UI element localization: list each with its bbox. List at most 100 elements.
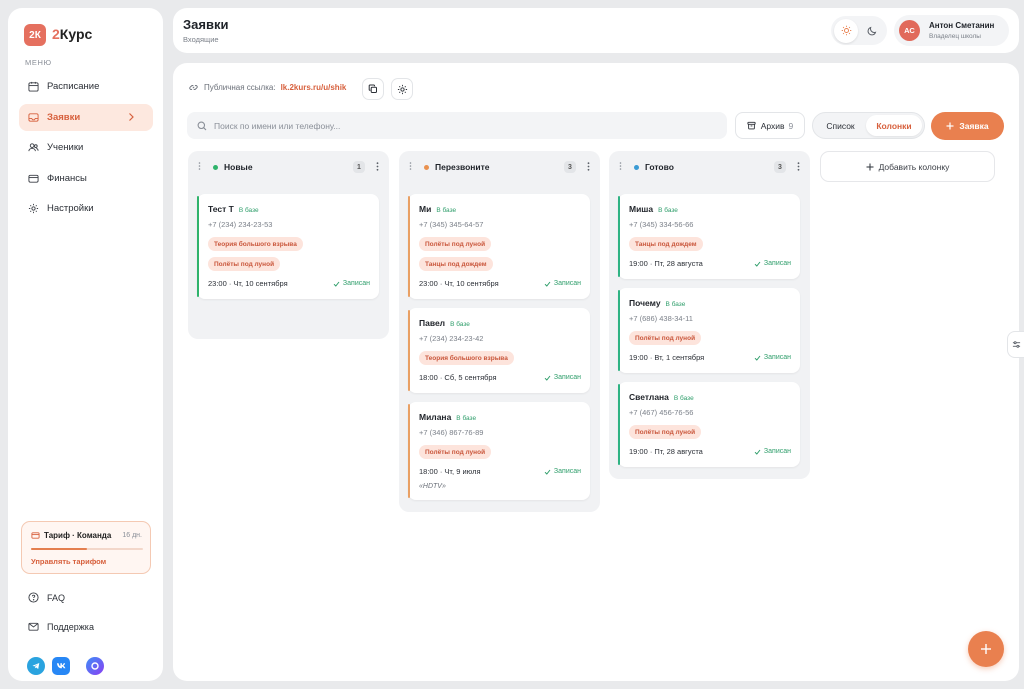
enrolled-status: Записан bbox=[333, 280, 370, 287]
plus-icon bbox=[866, 163, 879, 171]
request-card[interactable]: Тест ТВ базе +7 (234) 234-23-53 Теория бол… bbox=[197, 194, 379, 299]
sidebar-item-settings[interactable]: Настройки bbox=[19, 195, 153, 222]
archive-count: 9 bbox=[788, 120, 794, 131]
chevron-right-icon bbox=[127, 112, 143, 122]
help-circle-icon bbox=[28, 592, 47, 603]
course-tag: Полёты под луной bbox=[629, 425, 702, 439]
page-subtitle: Входящие bbox=[183, 35, 219, 44]
public-link-label: Публичная ссылка: bbox=[204, 83, 276, 92]
theme-toggle[interactable] bbox=[831, 16, 887, 45]
column-header: Перезвоните 3 bbox=[399, 151, 600, 181]
page-title: Заявки bbox=[183, 17, 229, 32]
manage-plan-link[interactable]: Управлять тарифом bbox=[31, 557, 106, 566]
column-title: Готово bbox=[645, 162, 674, 172]
in-base-badge: В базе bbox=[673, 395, 694, 402]
search-input[interactable] bbox=[214, 120, 694, 131]
view-toggle[interactable]: Список Колонки bbox=[812, 112, 925, 139]
plan-title: Тариф · Команда bbox=[31, 531, 111, 540]
enrolled-status: Записан bbox=[754, 448, 791, 455]
request-card[interactable]: Милана В базе +7 (346) 867-76-89 Полёты под… bbox=[408, 402, 590, 500]
plus-icon bbox=[980, 643, 992, 655]
plan-progress-fill bbox=[31, 548, 87, 550]
link-settings-button[interactable] bbox=[391, 78, 413, 100]
view-columns-button[interactable]: Колонки bbox=[866, 115, 922, 136]
card-accent bbox=[408, 310, 410, 391]
drag-handle-icon[interactable] bbox=[198, 162, 201, 170]
enrolled-status: Записан bbox=[754, 354, 791, 361]
course-tag: Полёты под луной bbox=[208, 257, 281, 271]
more-vertical-icon[interactable] bbox=[587, 162, 590, 171]
request-card[interactable]: Светлана В базе +7 (467) 456-76-56 Полёты п… bbox=[618, 382, 800, 467]
mail-icon bbox=[28, 621, 47, 632]
vk-icon[interactable] bbox=[52, 657, 70, 675]
moon-icon[interactable] bbox=[860, 19, 884, 43]
sidebar-item-requests[interactable]: Заявки bbox=[19, 104, 153, 131]
filter-panel-tab[interactable] bbox=[1007, 331, 1024, 358]
add-request-button[interactable]: Заявка bbox=[931, 112, 1004, 140]
kanban-column: Перезвоните 3 Ми В базе +7 (345) 345-64-57 По… bbox=[399, 151, 600, 512]
card-name: Павел В базе bbox=[419, 318, 470, 328]
wallet-icon bbox=[28, 173, 47, 184]
card-icon bbox=[31, 531, 44, 540]
view-list-button[interactable]: Список bbox=[815, 115, 866, 136]
copy-icon bbox=[368, 84, 378, 94]
sidebar-item-students[interactable]: Ученики bbox=[19, 134, 153, 161]
drag-handle-icon[interactable] bbox=[619, 162, 622, 170]
request-card[interactable]: Павел В базе +7 (234) 234-23-42 Теория боль… bbox=[408, 308, 590, 393]
card-phone: +7 (686) 438-34-11 bbox=[629, 314, 693, 323]
enrolled-status: Записан bbox=[754, 260, 791, 267]
column-header: Готово 3 bbox=[609, 151, 810, 181]
card-note: «HDTV» bbox=[419, 483, 446, 490]
course-tag: Теория большого взрыва bbox=[419, 351, 514, 365]
enrolled-status: Записан bbox=[544, 468, 581, 475]
request-card[interactable]: Миша В базе +7 (345) 334-56-66 Танцы под до… bbox=[618, 194, 800, 279]
plus-icon bbox=[946, 122, 959, 130]
main-panel: Публичная ссылка: lk.2kurs.ru/u/shik Арх… bbox=[173, 63, 1019, 681]
card-datetime: 23:00 · Чт, 10 сентября bbox=[419, 279, 499, 288]
course-tag: Теория большого взрыва bbox=[208, 237, 303, 251]
more-vertical-icon[interactable] bbox=[376, 162, 379, 171]
card-accent bbox=[197, 196, 199, 297]
card-accent bbox=[408, 404, 410, 498]
sun-icon[interactable] bbox=[834, 18, 858, 43]
sidebar-item-schedule[interactable]: Расписание bbox=[19, 73, 153, 100]
sidebar-item-label: Заявки bbox=[47, 112, 81, 123]
card-name: Светлана В базе bbox=[629, 392, 694, 402]
public-link[interactable]: lk.2kurs.ru/u/shik bbox=[281, 83, 347, 92]
telegram-icon[interactable] bbox=[27, 657, 45, 675]
archive-button[interactable]: Архив 9 bbox=[735, 112, 805, 139]
card-phone: +7 (234) 234-23-53 bbox=[208, 220, 273, 229]
more-vertical-icon[interactable] bbox=[797, 162, 800, 171]
request-card[interactable]: Почему В базе +7 (686) 438-34-11 Полёты под… bbox=[618, 288, 800, 373]
course-tag: Полёты под луной bbox=[419, 237, 492, 251]
request-card[interactable]: Ми В базе +7 (345) 345-64-57 Полёты под лун… bbox=[408, 194, 590, 299]
search-bar[interactable] bbox=[187, 112, 727, 139]
sidebar-item-label: Ученики bbox=[47, 142, 84, 153]
user-menu[interactable]: АС Антон Сметанин Владелец школы bbox=[894, 15, 1009, 46]
sidebar-item-support[interactable]: Поддержка bbox=[28, 621, 94, 632]
card-datetime: 19:00 · Пт, 28 августа bbox=[629, 447, 703, 456]
column-count: 3 bbox=[774, 161, 786, 173]
column-header: Новые 1 bbox=[188, 151, 389, 181]
max-icon[interactable] bbox=[86, 657, 104, 675]
copy-link-button[interactable] bbox=[362, 78, 384, 100]
in-base-badge: В базе bbox=[436, 207, 457, 214]
card-datetime: 18:00 · Сб, 5 сентября bbox=[419, 373, 497, 382]
add-fab-button[interactable] bbox=[968, 631, 1004, 667]
in-base-badge: В базе bbox=[665, 301, 686, 308]
column-status-dot bbox=[424, 165, 429, 170]
kanban-column: Новые 1 Тест ТВ базе +7 (234) 234-23-53 Теор… bbox=[188, 151, 389, 339]
calendar-icon bbox=[28, 81, 47, 92]
archive-label: Архив bbox=[760, 120, 785, 131]
add-column-button[interactable]: Добавить колонку bbox=[820, 151, 995, 182]
course-tag: Полёты под луной bbox=[629, 331, 702, 345]
brand-name: 2Курс bbox=[52, 26, 93, 42]
plan-progress bbox=[31, 548, 143, 550]
drag-handle-icon[interactable] bbox=[409, 162, 412, 170]
search-icon bbox=[197, 121, 207, 131]
column-status-dot bbox=[634, 165, 639, 170]
sidebar-item-finance[interactable]: Финансы bbox=[19, 165, 153, 192]
sidebar-item-faq[interactable]: FAQ bbox=[28, 592, 65, 603]
column-status-dot bbox=[213, 165, 218, 170]
sidebar: 2К 2Курс МЕНЮ Расписание Заявки Ученики … bbox=[8, 8, 163, 681]
